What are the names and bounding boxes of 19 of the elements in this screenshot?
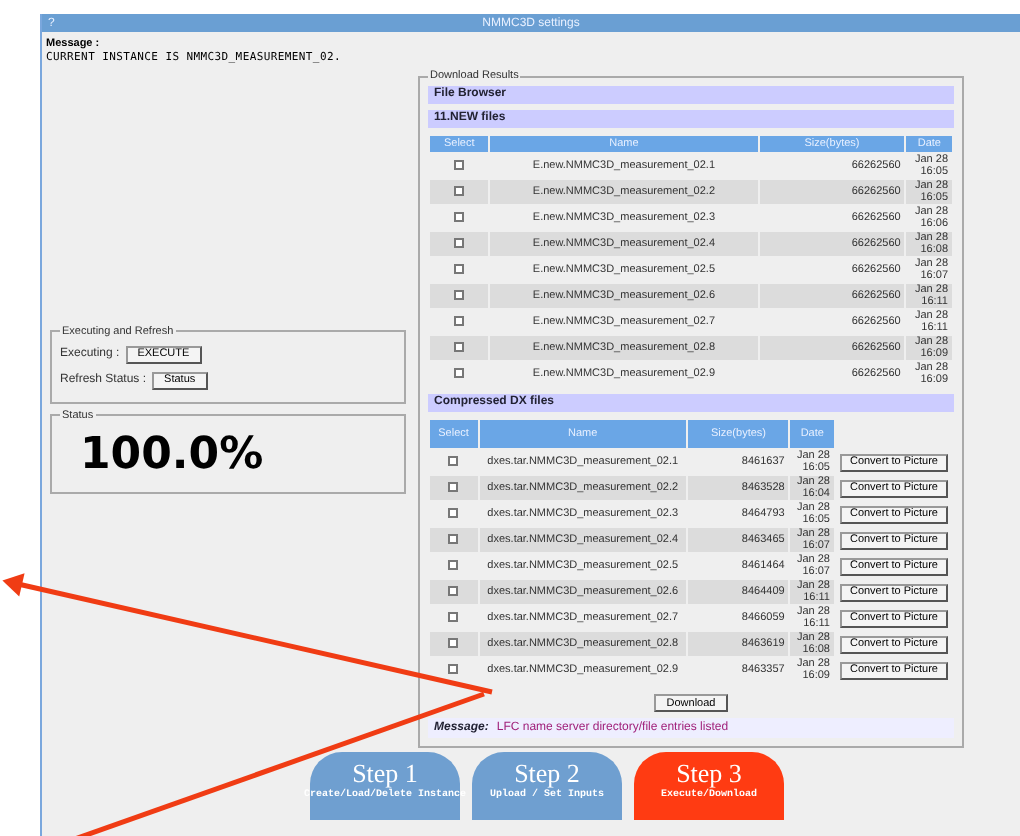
checkbox[interactable] <box>454 237 465 247</box>
checkbox[interactable] <box>448 533 459 543</box>
checkbox[interactable] <box>448 585 459 595</box>
checkbox[interactable] <box>454 263 465 273</box>
checkbox[interactable] <box>448 611 459 621</box>
checkbox[interactable] <box>454 315 465 325</box>
status-value: 100.0% <box>78 427 266 483</box>
checkbox[interactable] <box>454 367 465 377</box>
checkbox[interactable] <box>448 637 459 647</box>
checkbox[interactable] <box>454 289 465 299</box>
checkbox[interactable] <box>448 481 459 491</box>
checkbox[interactable] <box>448 663 459 673</box>
checkbox[interactable] <box>454 341 465 351</box>
checkbox[interactable] <box>448 455 459 465</box>
checkbox[interactable] <box>454 185 465 195</box>
checkbox[interactable] <box>454 211 465 221</box>
checkbox[interactable] <box>454 159 465 169</box>
checkbox[interactable] <box>448 507 459 517</box>
checkbox[interactable] <box>448 559 459 569</box>
